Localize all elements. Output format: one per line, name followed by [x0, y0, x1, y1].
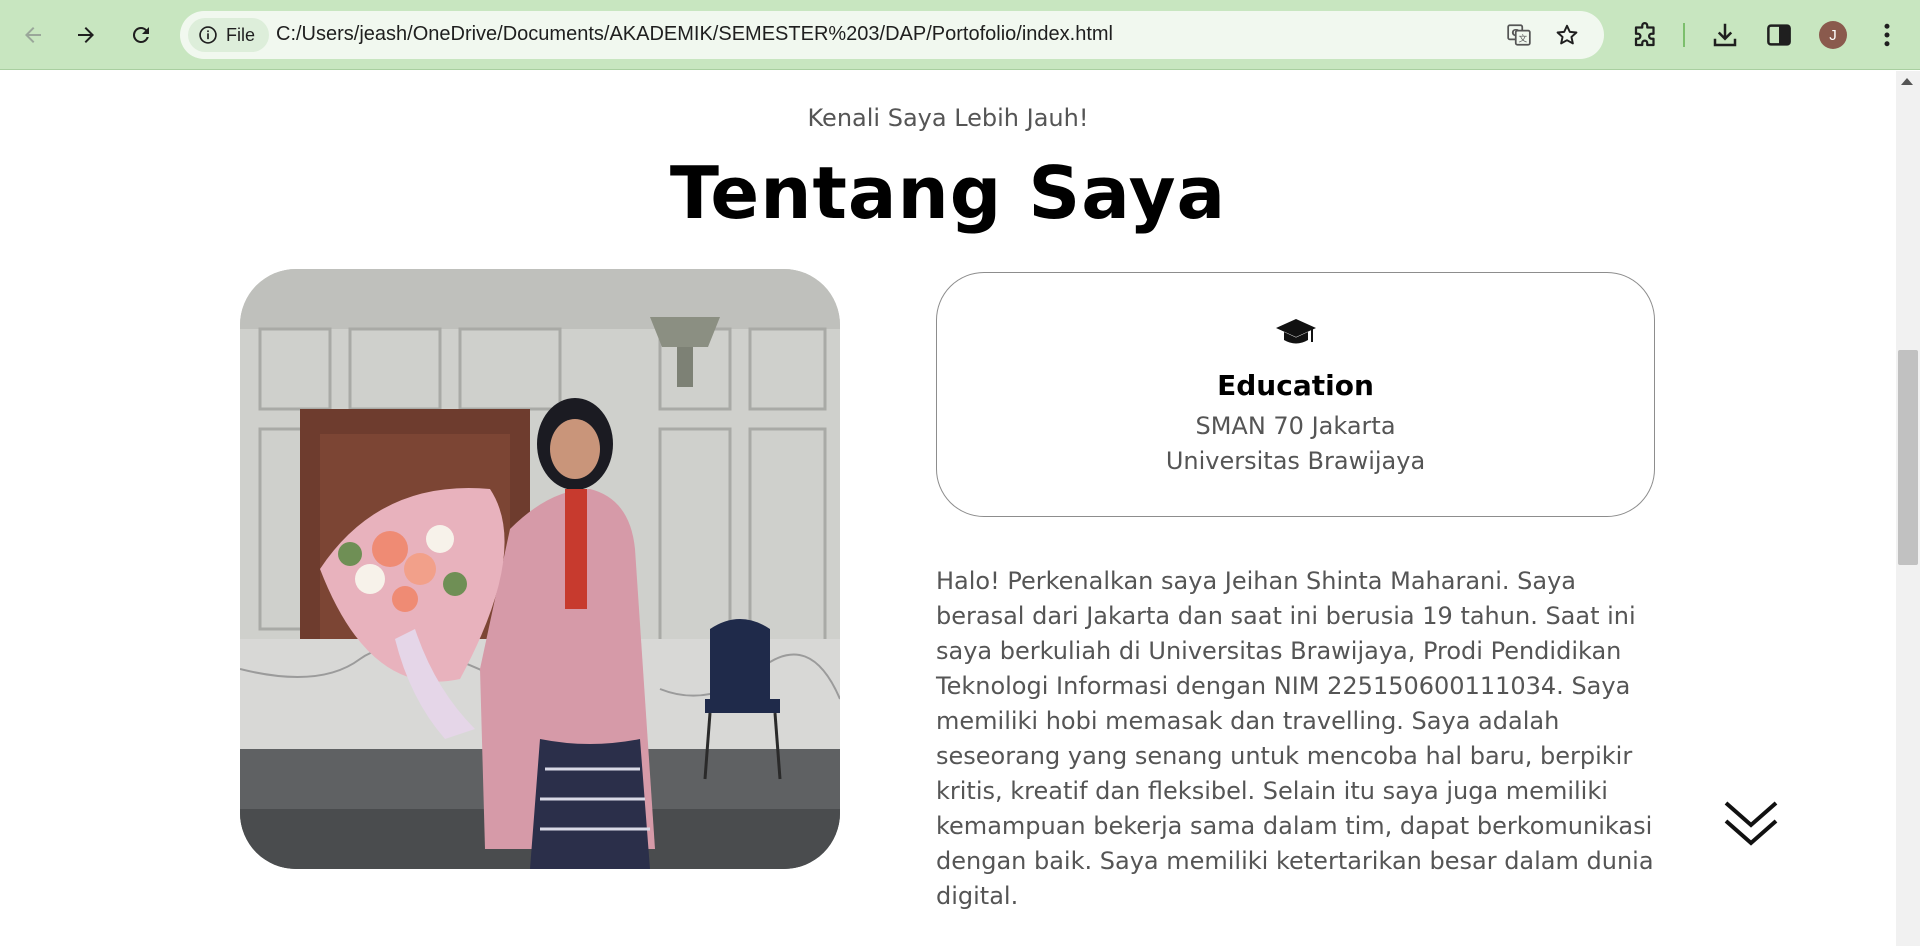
back-arrow-icon: [25, 27, 41, 43]
download-icon[interactable]: [1710, 20, 1740, 50]
forward-button[interactable]: [66, 15, 106, 55]
section-title: Tentang Saya: [669, 151, 1227, 235]
svg-text:文: 文: [1518, 33, 1527, 45]
translate-icon[interactable]: G 文: [1506, 22, 1532, 48]
reload-icon: [132, 26, 149, 43]
side-panel-icon[interactable]: [1764, 20, 1794, 50]
education-school: SMAN 70 Jakarta: [1195, 412, 1396, 440]
kebab-menu-icon[interactable]: [1872, 20, 1902, 50]
education-university: Universitas Brawijaya: [1165, 447, 1426, 475]
profile-photo-image: [240, 269, 840, 869]
section-subtitle: Kenali Saya Lebih Jauh!: [807, 104, 1089, 132]
bookmark-star-icon[interactable]: [1554, 22, 1580, 48]
file-chip-label: File: [226, 24, 256, 45]
info-icon: [199, 26, 217, 44]
profile-photo: [240, 269, 840, 869]
double-chevron-down-icon[interactable]: [1722, 799, 1780, 849]
extensions-puzzle-icon[interactable]: [1631, 20, 1661, 50]
url-text[interactable]: C:/Users/jeash/OneDrive/Documents/AKADEM…: [276, 23, 1113, 46]
education-heading: Education: [1217, 369, 1374, 402]
graduation-cap-icon: [1276, 319, 1316, 344]
reload-button[interactable]: [121, 15, 161, 55]
about-paragraph: Halo! Perkenalkan saya Jeihan Shinta Mah…: [936, 567, 1654, 910]
browser-toolbar: File C:/Users/jeash/OneDrive/Documents/A…: [0, 0, 1920, 70]
address-bar[interactable]: File C:/Users/jeash/OneDrive/Documents/A…: [180, 11, 1604, 59]
scroll-up-arrow[interactable]: [1901, 78, 1913, 85]
education-card: Education SMAN 70 Jakarta Universitas Br…: [936, 272, 1655, 517]
scrollbar-thumb[interactable]: [1898, 350, 1918, 565]
forward-arrow-icon: [78, 27, 94, 43]
profile-avatar[interactable]: J: [1819, 21, 1847, 49]
page-viewport: Kenali Saya Lebih Jauh! Tentang Saya Edu…: [0, 71, 1896, 946]
toolbar-divider: [1683, 23, 1685, 47]
back-button[interactable]: [13, 15, 53, 55]
site-info-chip[interactable]: File: [188, 18, 270, 52]
